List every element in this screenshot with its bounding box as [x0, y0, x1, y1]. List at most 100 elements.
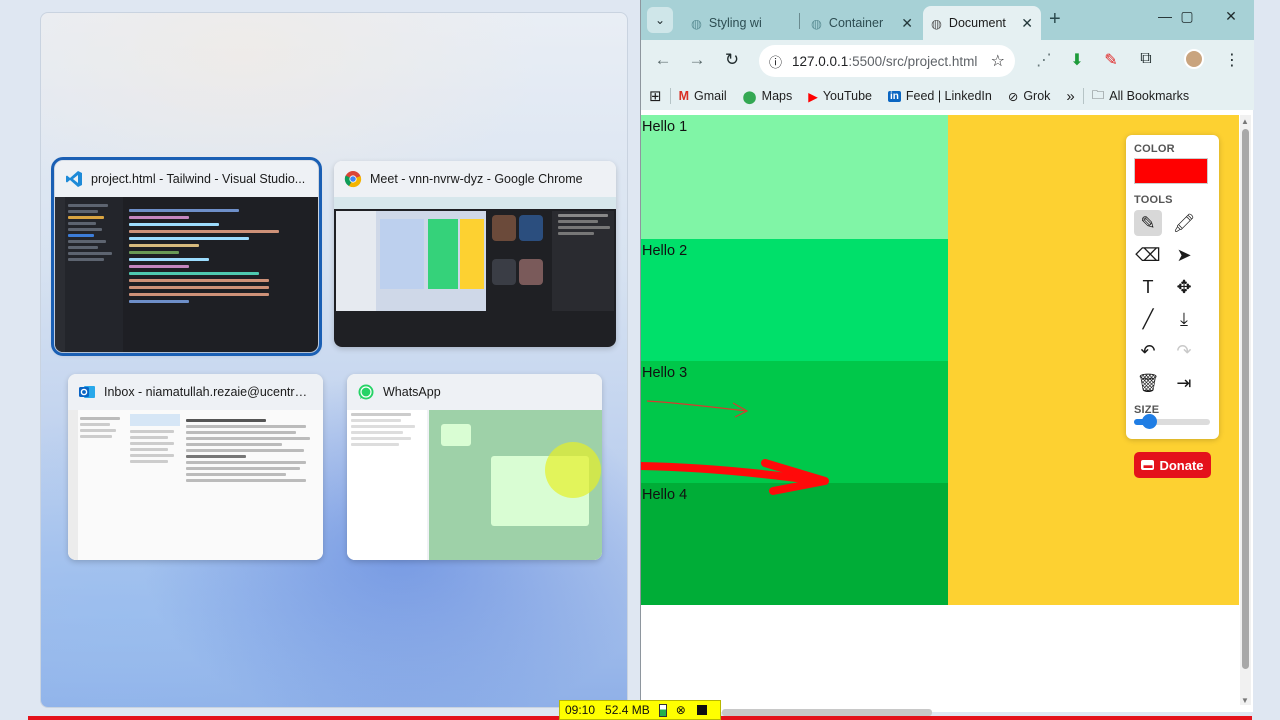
size-slider[interactable] [1134, 414, 1210, 429]
pointer-icon[interactable]: ➤ [1170, 242, 1198, 268]
address-bar[interactable]: ⓘ 127.0.0.1:5500/src/project.html ☆ [759, 45, 1015, 77]
download-arrow-icon[interactable]: ⬇ [1066, 50, 1088, 70]
line-icon[interactable]: ╱ [1134, 306, 1162, 332]
extension-icon[interactable]: ⋰ [1033, 50, 1055, 70]
browser-toolbar: ← → ↻ ⓘ 127.0.0.1:5500/src/project.html … [641, 40, 1254, 82]
bookmark-label: YouTube [822, 89, 872, 103]
profile-avatar[interactable] [1184, 49, 1204, 69]
whatsapp-icon [357, 383, 375, 401]
snap-window-meet[interactable]: Meet - vnn-nvrw-dyz - Google Chrome [334, 161, 616, 347]
tab-label: Styling wi [708, 16, 762, 30]
bookmark-label: All Bookmarks [1109, 89, 1190, 103]
window-thumbnail [68, 410, 323, 560]
bookmark-grok[interactable]: ⊘ Grok [1000, 89, 1059, 104]
globe-icon: ◍ [931, 16, 942, 31]
card-header: Inbox - niamatullah.rezaie@ucentralasi..… [68, 374, 323, 410]
undo-icon[interactable]: ↶ [1134, 338, 1162, 364]
snap-window-vscode[interactable]: project.html - Tailwind - Visual Studio.… [51, 157, 322, 356]
vertical-scrollbar[interactable]: ▲ ▼ [1240, 115, 1251, 705]
card-header: project.html - Tailwind - Visual Studio.… [55, 161, 318, 197]
thin-red-arrow [646, 400, 748, 412]
pen-extension-icon[interactable]: ✎ [1100, 50, 1122, 70]
donate-label: Donate [1159, 457, 1204, 473]
grok-icon: ⊘ [1007, 89, 1019, 104]
browser-window: ⌄ ◍ Styling wi ◍ Container ✕ ◍ Document … [640, 0, 1254, 712]
bookmark-label: Maps [761, 89, 793, 103]
new-tab-button[interactable]: + [1049, 8, 1061, 31]
tab-strip: ⌄ ◍ Styling wi ◍ Container ✕ ◍ Document … [641, 0, 1254, 40]
tool-grid: ✎ 🖍 ⌫ ➤ T ✥ ╱ ⤓ ↶ ↷ 🗑 ⇥ [1134, 210, 1211, 396]
paint-tool-panel: COLOR TOOLS ✎ 🖍 ⌫ ➤ T ✥ ╱ ⤓ ↶ ↷ 🗑 ⇥ SIZE [1126, 135, 1219, 439]
apps-grid-icon[interactable]: ⊞ [641, 87, 670, 105]
close-icon[interactable]: ✕ [901, 15, 913, 32]
tab-search-dropdown[interactable]: ⌄ [647, 7, 673, 33]
bookmark-gmail[interactable]: M Gmail [671, 89, 735, 103]
globe-icon: ◍ [691, 16, 702, 31]
bookmark-youtube[interactable]: ▶ YouTube [800, 89, 880, 104]
trash-icon[interactable]: 🗑 [1134, 370, 1162, 396]
color-heading: COLOR [1134, 143, 1175, 155]
close-window-button[interactable]: ✕ [1211, 8, 1251, 25]
bookmark-linkedin[interactable]: in Feed | LinkedIn [880, 89, 1000, 103]
youtube-icon: ▶ [808, 89, 818, 104]
donate-button[interactable]: ▬ Donate [1134, 452, 1211, 478]
globe-icon: ◍ [811, 16, 822, 31]
stop-record-icon[interactable] [696, 705, 707, 715]
tab-label: Container [828, 16, 884, 30]
bookmark-maps[interactable]: ⬤ Maps [735, 89, 801, 104]
extensions-puzzle-icon[interactable]: ⧉ [1135, 50, 1157, 68]
bookmark-label: Gmail [694, 89, 727, 103]
move-icon[interactable]: ✥ [1170, 274, 1198, 300]
page-viewport: Hello 1 Hello 2 Hello 3 Hello 4 COLOR TO… [641, 115, 1239, 712]
eraser-icon[interactable]: ⌫ [1134, 242, 1162, 268]
marker-icon[interactable]: 🖍 [1170, 210, 1198, 236]
menu-kebab-icon[interactable]: ⋮ [1221, 50, 1243, 70]
bookmark-label: Grok [1023, 89, 1051, 103]
download-icon[interactable]: ⤓ [1170, 306, 1198, 332]
snap-assist-panel: project.html - Tailwind - Visual Studio.… [40, 12, 628, 708]
scroll-thumb[interactable] [1242, 129, 1249, 669]
coffee-icon: ▬ [1141, 460, 1155, 470]
scroll-down-icon[interactable]: ▼ [1241, 696, 1249, 705]
close-icon[interactable]: ✕ [1021, 15, 1033, 32]
tab-document[interactable]: ◍ Document ✕ [923, 6, 1041, 40]
status-memory: 52.4 MB [605, 703, 650, 717]
scroll-up-icon[interactable]: ▲ [1241, 117, 1249, 126]
maximize-button[interactable]: ▢ [1167, 8, 1207, 25]
url-host: 127.0.0.1 [792, 53, 849, 69]
horizontal-scrollbar[interactable] [722, 709, 932, 716]
color-swatch[interactable] [1134, 158, 1208, 184]
bookmarks-overflow-button[interactable]: » [1058, 88, 1082, 105]
pencil-icon[interactable]: ✎ [1134, 210, 1162, 236]
gmail-icon: M [678, 89, 689, 103]
outlook-icon [78, 383, 96, 401]
window-thumbnail [334, 197, 616, 347]
recorder-status-bar: 09:10 52.4 MB ⊗ [559, 700, 721, 720]
site-info-icon[interactable]: ⓘ [769, 52, 782, 71]
camera-off-icon[interactable]: ⊗ [671, 703, 691, 717]
back-button[interactable]: ← [651, 50, 675, 70]
exit-icon[interactable]: ⇥ [1170, 370, 1198, 396]
window-thumbnail [55, 197, 318, 352]
tab-styling[interactable]: ◍ Styling wi [683, 6, 797, 40]
redo-icon[interactable]: ↷ [1170, 338, 1198, 364]
window-title: Inbox - niamatullah.rezaie@ucentralasi..… [104, 385, 313, 399]
bookmark-star-icon[interactable]: ☆ [991, 51, 1005, 71]
bookmark-label: Feed | LinkedIn [905, 89, 992, 103]
card-header: WhatsApp [347, 374, 602, 410]
card-header: Meet - vnn-nvrw-dyz - Google Chrome [334, 161, 616, 197]
all-bookmarks-button[interactable]: 🗀 All Bookmarks [1084, 86, 1197, 107]
url-path: :5500/src/project.html [848, 53, 978, 69]
size-slider-knob[interactable] [1142, 414, 1158, 429]
reload-button[interactable]: ↻ [720, 50, 744, 70]
window-thumbnail [347, 410, 602, 560]
window-title: WhatsApp [383, 385, 441, 399]
text-icon[interactable]: T [1134, 274, 1162, 300]
battery-icon [658, 703, 667, 717]
forward-button[interactable]: → [685, 50, 709, 70]
snap-window-whatsapp[interactable]: WhatsApp [347, 374, 602, 560]
snap-window-outlook[interactable]: Inbox - niamatullah.rezaie@ucentralasi..… [68, 374, 323, 560]
folder-icon: 🗀 [1091, 87, 1105, 102]
window-title: project.html - Tailwind - Visual Studio.… [91, 172, 306, 186]
tab-container[interactable]: ◍ Container ✕ [803, 6, 921, 40]
